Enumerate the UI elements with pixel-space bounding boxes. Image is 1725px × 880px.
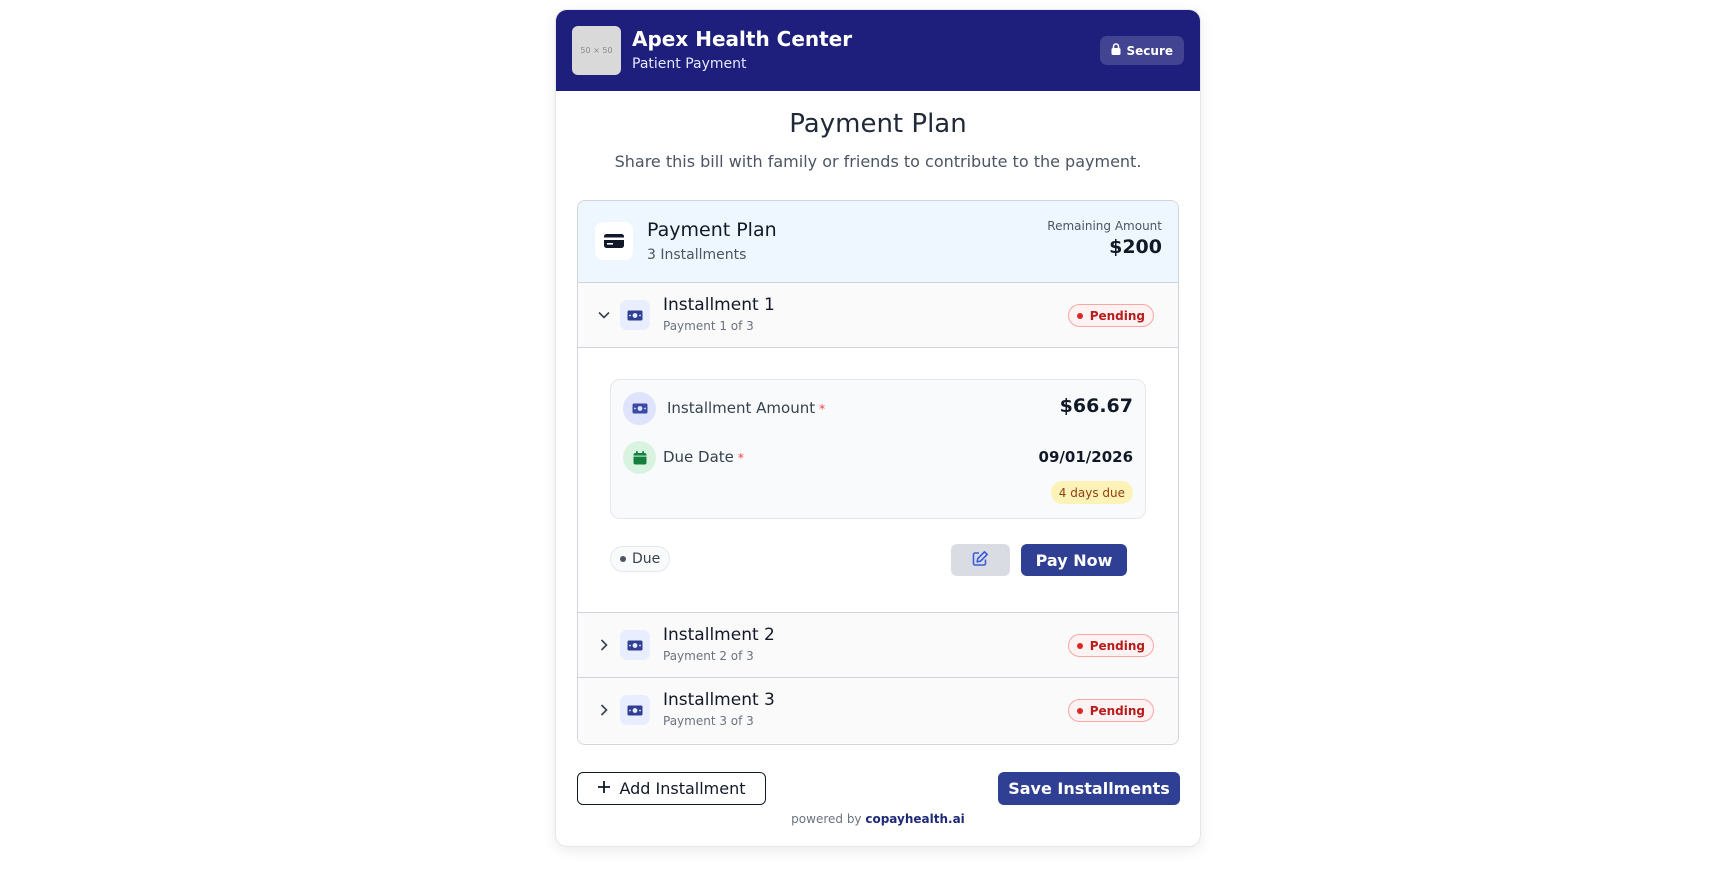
money-icon <box>620 695 650 725</box>
top-bar: 50 × 50 Apex Health Center Patient Payme… <box>556 10 1200 91</box>
payment-card: 50 × 50 Apex Health Center Patient Payme… <box>555 9 1201 847</box>
pay-now-button[interactable]: Pay Now <box>1021 544 1127 576</box>
money-icon <box>623 392 656 425</box>
installment-sub: Payment 3 of 3 <box>663 714 754 728</box>
org-logo: 50 × 50 <box>572 26 621 75</box>
installment-name: Installment 1 <box>663 295 775 315</box>
due-date-label: Due Date * <box>663 448 744 466</box>
page-subtitle: Share this bill with family or friends t… <box>614 152 1142 171</box>
installment-details-1: Installment Amount * $66.67 Due Date * 09/… <box>578 348 1178 613</box>
due-status-label: Due <box>632 551 661 567</box>
status-badge: Pending <box>1067 699 1154 722</box>
remaining-amount: $200 <box>1109 236 1162 258</box>
due-date-value[interactable]: 09/01/2026 <box>1039 448 1133 466</box>
chevron-right-icon[interactable] <box>596 637 612 653</box>
secure-badge: Secure <box>1099 36 1184 65</box>
org-subtitle: Patient Payment <box>632 56 747 72</box>
due-date-label-text: Due Date <box>663 448 734 466</box>
status-label: Pending <box>1089 638 1145 653</box>
brand-link[interactable]: copayhealth.ai <box>865 812 964 826</box>
add-installment-label: Add Installment <box>619 779 746 798</box>
installment-name: Installment 3 <box>663 690 775 710</box>
plan-title: Payment Plan <box>647 219 777 241</box>
calendar-icon <box>623 441 656 474</box>
page-title: Payment Plan <box>789 109 967 139</box>
powered-by-text: powered by <box>791 812 862 826</box>
org-name: Apex Health Center <box>632 27 853 51</box>
edit-button[interactable] <box>951 544 1010 576</box>
remaining-label: Remaining Amount <box>1047 219 1162 233</box>
installment-row-1[interactable]: Installment 1 Payment 1 of 3 Pending <box>578 283 1178 348</box>
status-label: Pending <box>1089 308 1145 323</box>
credit-card-icon <box>595 222 633 260</box>
status-badge: Pending <box>1067 304 1154 327</box>
plan-installments-count: 3 Installments <box>647 247 747 263</box>
due-status-pill: Due <box>610 546 671 572</box>
status-badge: Pending <box>1067 634 1154 657</box>
status-label: Pending <box>1089 703 1145 718</box>
powered-by: powered by copayhealth.ai <box>556 812 1200 826</box>
money-icon <box>620 630 650 660</box>
status-dot <box>1076 707 1083 714</box>
days-due-badge: 4 days due <box>1050 481 1133 504</box>
add-installment-button[interactable]: Add Installment <box>577 772 766 805</box>
edit-icon <box>972 550 989 571</box>
installment-amount-value[interactable]: $66.67 <box>1060 395 1133 417</box>
payment-plan-panel: Payment Plan 3 Installments Remaining Am… <box>577 200 1179 745</box>
due-status-dot <box>620 556 626 562</box>
installment-row-2[interactable]: Installment 2 Payment 2 of 3 Pending <box>578 613 1178 678</box>
required-marker: * <box>737 451 744 465</box>
installment-sub: Payment 1 of 3 <box>663 319 754 333</box>
secure-label: Secure <box>1126 43 1174 58</box>
installment-detail-box: Installment Amount * $66.67 Due Date * 09/… <box>610 379 1146 519</box>
chevron-right-icon[interactable] <box>596 702 612 718</box>
money-icon <box>620 300 650 330</box>
lock-icon <box>1111 43 1121 58</box>
installment-amount-label: Installment Amount * <box>667 399 825 417</box>
required-marker: * <box>819 402 826 416</box>
plan-header: Payment Plan 3 Installments Remaining Am… <box>578 201 1178 283</box>
installment-amount-label-text: Installment Amount <box>667 399 816 417</box>
status-dot <box>1076 642 1083 649</box>
chevron-down-icon[interactable] <box>596 307 612 323</box>
save-installments-button[interactable]: Save Installments <box>998 772 1180 805</box>
installment-row-3[interactable]: Installment 3 Payment 3 of 3 Pending <box>578 678 1178 743</box>
installment-sub: Payment 2 of 3 <box>663 649 754 663</box>
plus-icon <box>597 779 611 798</box>
status-dot <box>1076 312 1083 319</box>
installment-name: Installment 2 <box>663 625 775 645</box>
